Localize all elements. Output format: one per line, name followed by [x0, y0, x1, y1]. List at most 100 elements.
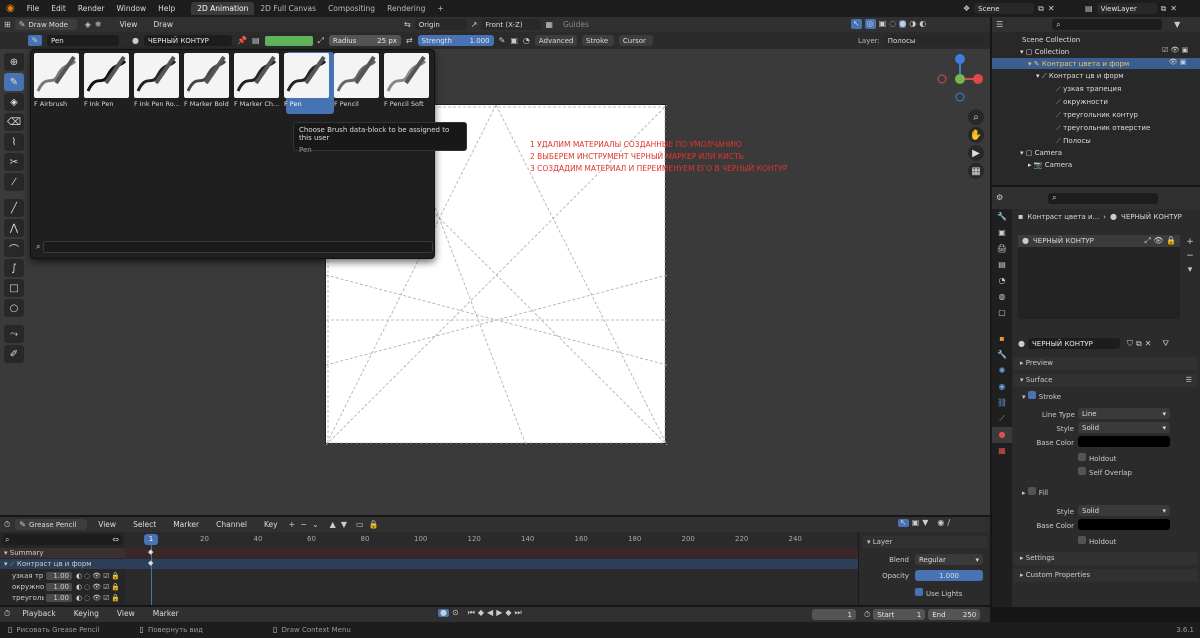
- only-selected-icon[interactable]: ↖: [898, 519, 909, 527]
- mode-dropdown[interactable]: ✎ Draw Mode: [14, 19, 77, 30]
- brush-item[interactable]: F Pencil: [334, 53, 382, 109]
- view-axis-dropdown[interactable]: Front (X-Z): [481, 19, 542, 30]
- checkbox-icon[interactable]: ☑ 👁 ▣: [1162, 46, 1188, 58]
- view-layer-tab-icon[interactable]: ▤: [992, 257, 1012, 273]
- surface-panel-header[interactable]: ▾ Surface ☰: [1014, 374, 1198, 387]
- unlink-material-icon[interactable]: ✕: [1145, 339, 1152, 348]
- menu-keying[interactable]: Keying: [68, 609, 105, 618]
- advanced-dropdown[interactable]: Advanced: [534, 35, 577, 46]
- shading-material-icon[interactable]: ◑: [909, 20, 916, 28]
- holdout-row[interactable]: Holdout: [1078, 453, 1116, 463]
- stroke-style-dropdown[interactable]: Solid ▾: [1078, 422, 1170, 433]
- cursor-tool-icon[interactable]: ⊕: [4, 53, 24, 71]
- shading-rendered-icon[interactable]: ◐: [919, 20, 926, 28]
- guides-icon[interactable]: ▦: [545, 20, 553, 29]
- outliner-layer-1[interactable]: ⟋ узкая трапеция: [1056, 85, 1121, 94]
- pressure-strength-icon[interactable]: ✎: [499, 36, 506, 45]
- erase-tool-icon[interactable]: ⌫: [4, 113, 24, 131]
- dopesheet-editor-icon[interactable]: ⏱: [4, 520, 10, 529]
- menu-select[interactable]: Select: [127, 520, 162, 529]
- layer-mask-icon[interactable]: ◐: [76, 594, 82, 602]
- modifier-tab-icon[interactable]: 🔧: [992, 347, 1012, 363]
- menu-view[interactable]: View: [92, 520, 122, 529]
- jump-end-icon[interactable]: ⏭: [515, 609, 522, 617]
- menu-render[interactable]: Render: [72, 4, 111, 13]
- tab-compositing[interactable]: Compositing: [322, 2, 381, 15]
- properties-search-input[interactable]: ⌕: [1048, 192, 1159, 204]
- menu-channel[interactable]: Channel: [210, 520, 253, 529]
- fill-style-dropdown[interactable]: Solid ▾: [1078, 505, 1170, 516]
- tab-rendering[interactable]: Rendering: [381, 2, 431, 15]
- fill-tool-icon[interactable]: ◈: [4, 93, 24, 111]
- move-down-icon[interactable]: ▼: [341, 520, 347, 529]
- autokey-icon[interactable]: ⊙: [452, 609, 459, 617]
- stroke-dropdown[interactable]: Stroke: [581, 35, 614, 46]
- use-lights-row[interactable]: Use Lights: [915, 588, 962, 598]
- material-tab-icon[interactable]: ●: [992, 427, 1012, 443]
- menu-view[interactable]: View: [114, 20, 144, 29]
- fill-holdout-row[interactable]: Holdout: [1078, 536, 1116, 546]
- menu-marker[interactable]: Marker: [167, 520, 205, 529]
- keyframe-icon[interactable]: ◆: [148, 548, 153, 556]
- stroke-subpanel-header[interactable]: ▾ Stroke: [1022, 391, 1061, 403]
- remove-layer-icon[interactable]: −: [300, 520, 307, 529]
- eye-icon[interactable]: 👁: [92, 583, 101, 591]
- arc-tool-icon[interactable]: ⌒: [4, 239, 24, 257]
- record-icon[interactable]: ●: [438, 609, 449, 617]
- current-frame-indicator[interactable]: 1: [144, 534, 158, 545]
- material-field[interactable]: ЧЕРНЫЙ КОНТУР: [143, 35, 232, 46]
- dopesheet-body[interactable]: ⌕ ⇔ ▾ Summary ▾ ⟋ Контраст цв и форм узка…: [0, 532, 858, 605]
- blender-logo-icon[interactable]: ◉: [0, 3, 21, 14]
- slot-visibility-icon[interactable]: ⤢ 👁 🔒: [1144, 237, 1176, 245]
- checkbox-icon[interactable]: ☑: [103, 572, 109, 580]
- layer-channel-row[interactable]: треуголь 1.00 ◐ ◌ 👁 ☑ 🔒: [0, 593, 125, 603]
- menu-window[interactable]: Window: [111, 4, 153, 13]
- scene-tab-icon[interactable]: ◔: [992, 273, 1012, 289]
- use-lights-checkbox[interactable]: [915, 588, 923, 596]
- world-tab-icon[interactable]: ◍: [992, 289, 1012, 305]
- grease-pencil-mode-dropdown[interactable]: ✎ Grease Pencil: [15, 519, 88, 530]
- custom-props-panel-header[interactable]: ▸ Custom Properties: [1014, 569, 1198, 582]
- outliner-layer-3[interactable]: ⟋ треугольник контур: [1056, 111, 1138, 120]
- brush-item[interactable]: F Ink Pen Ro...: [134, 53, 182, 109]
- menu-draw[interactable]: Draw: [147, 20, 179, 29]
- draw-tool-icon[interactable]: ✎: [4, 73, 24, 91]
- zoom-icon[interactable]: ⌕: [968, 109, 984, 125]
- checkbox-icon[interactable]: ☑: [103, 594, 109, 602]
- outliner-gp-object[interactable]: ▾ ✎ Контраст цвета и форм: [1028, 60, 1129, 68]
- polyline-tool-icon[interactable]: ⋀: [4, 219, 24, 237]
- menu-key[interactable]: Key: [258, 520, 284, 529]
- annotate-tool-icon[interactable]: ✐: [4, 345, 24, 363]
- fill-checkbox[interactable]: [1027, 487, 1036, 495]
- circle-tool-icon[interactable]: ○: [4, 299, 24, 317]
- vertex-color-icon[interactable]: ▤: [252, 36, 260, 45]
- interpolate-tool-icon[interactable]: ⤳: [4, 325, 24, 343]
- layer-mask-icon[interactable]: ◐: [76, 572, 82, 580]
- overlay-toggle-icon[interactable]: ◎: [864, 19, 876, 29]
- stroke-base-color-swatch[interactable]: [1078, 436, 1170, 447]
- menu-view[interactable]: View: [111, 609, 141, 618]
- outliner-layer-4[interactable]: ⟋ треугольник отверстие: [1056, 124, 1150, 133]
- properties-editor-icon[interactable]: ⚙: [996, 194, 1003, 202]
- xray-icon[interactable]: ▣: [879, 20, 887, 28]
- snap-icon[interactable]: ∕: [947, 519, 950, 527]
- menu-edit[interactable]: Edit: [45, 4, 72, 13]
- eye-icon[interactable]: 👁: [92, 572, 101, 580]
- current-frame-field[interactable]: 1: [812, 609, 856, 620]
- add-slot-icon[interactable]: +: [1183, 235, 1197, 249]
- strength-field[interactable]: Strength 1.000: [417, 35, 494, 46]
- output-tab-icon[interactable]: 🖨: [992, 241, 1012, 257]
- show-errors-icon[interactable]: ▣: [912, 519, 920, 527]
- fill-subpanel-header[interactable]: ▸ Fill: [1022, 487, 1048, 497]
- curve-tool-icon[interactable]: ∫: [4, 259, 24, 277]
- start-frame-field[interactable]: Start 1: [873, 609, 926, 620]
- material-name-field[interactable]: ЧЕРНЫЙ КОНТУР: [1027, 338, 1120, 349]
- collection-tab-icon[interactable]: ▢: [992, 305, 1012, 321]
- menu-marker[interactable]: Marker: [147, 609, 185, 618]
- layer-channel-row[interactable]: узкая тр 1.00 ◐ ◌ 👁 ☑ 🔒: [0, 571, 125, 581]
- preview-panel-header[interactable]: ▸ Preview: [1014, 357, 1198, 370]
- viewport-3d[interactable]: 1 УДАЛИМ МАТЕРИАЛЫ СОЗДАННЫЕ ПО УМОЛЧАНИ…: [0, 49, 990, 515]
- menu-help[interactable]: Help: [152, 4, 181, 13]
- outliner-editor-icon[interactable]: ☰: [996, 20, 1003, 29]
- layer-opacity-field[interactable]: 1.00: [46, 594, 72, 602]
